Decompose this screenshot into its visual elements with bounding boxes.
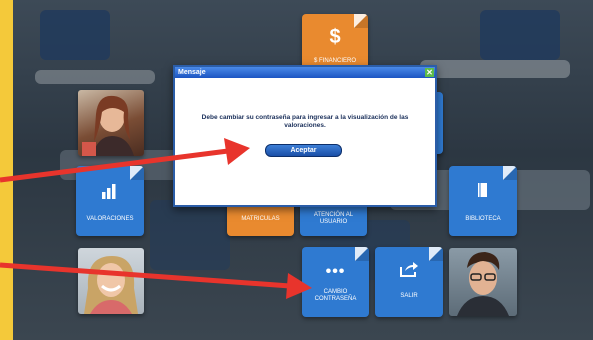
arrow-to-password-tile: [0, 262, 312, 299]
app-screen: $ $ FINANCIERO VALORACIONES MATRICULAS A…: [0, 0, 593, 340]
annotation-arrows: [0, 138, 312, 299]
arrow-to-accept-button: [0, 138, 250, 183]
